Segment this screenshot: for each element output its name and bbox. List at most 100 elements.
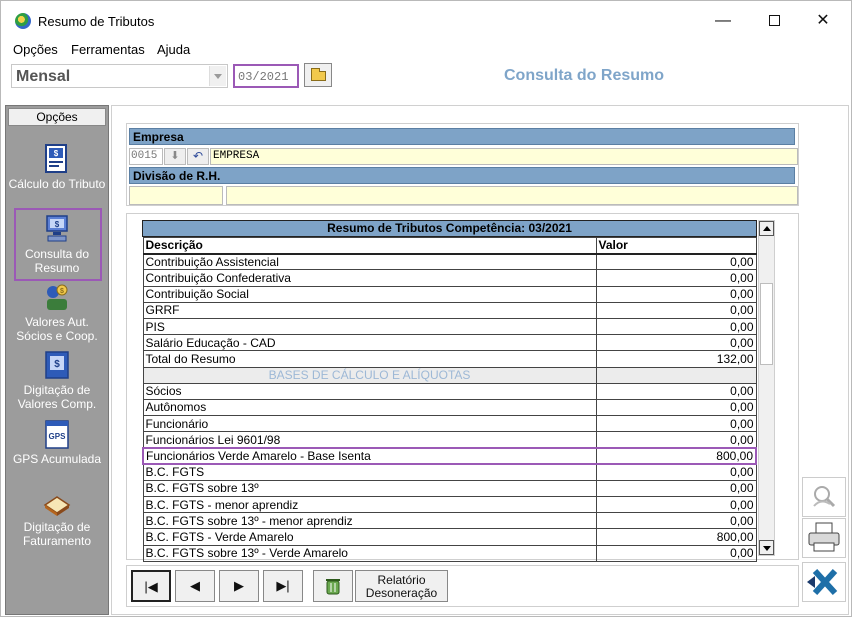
empresa-name-field: EMPRESA bbox=[210, 148, 798, 165]
cell-valor: 0,00 bbox=[595, 415, 757, 433]
sidebar-item-calculo-tributo[interactable]: $ Cálculo do Tributo bbox=[8, 144, 106, 191]
cell-valor: 0,00 bbox=[595, 544, 757, 562]
competencia-input[interactable]: 03/2021 bbox=[233, 64, 299, 88]
column-header-valor: Valor bbox=[595, 236, 757, 255]
empresa-code-input[interactable]: 0015 bbox=[129, 148, 163, 165]
table-row[interactable]: PIS 0,00 bbox=[142, 317, 757, 336]
cell-valor: 0,00 bbox=[595, 301, 757, 319]
table-row[interactable]: B.C. FGTS sobre 13º - menor aprendiz 0,00 bbox=[142, 512, 757, 530]
scrollbar-thumb[interactable] bbox=[760, 283, 773, 365]
resumo-table: Descrição Valor Contribuição Assistencia… bbox=[142, 236, 757, 562]
exit-button[interactable] bbox=[802, 562, 846, 602]
cell-descricao: BASES DE CÁLCULO E ALÍQUOTAS bbox=[142, 366, 597, 384]
entry-values-icon: $ bbox=[45, 351, 69, 379]
table-row[interactable]: B.C. FGTS - Verde Amarelo 800,00 bbox=[142, 528, 757, 546]
print-button[interactable] bbox=[802, 518, 846, 558]
sidebar-header: Opções bbox=[8, 108, 106, 126]
cell-descricao: B.C. FGTS sobre 13º bbox=[142, 479, 597, 498]
delete-record-button[interactable] bbox=[313, 570, 353, 602]
cell-descricao: Salário Educação - CAD bbox=[142, 334, 597, 352]
magnifier-icon bbox=[813, 486, 836, 508]
menu-opcoes[interactable]: Opções bbox=[13, 42, 58, 57]
table-section-row[interactable]: BASES DE CÁLCULO E ALÍQUOTAS bbox=[142, 366, 757, 384]
cell-descricao: GRRF bbox=[142, 301, 597, 319]
cell-valor: 0,00 bbox=[595, 253, 757, 271]
sidebar-item-digitacao-valores[interactable]: $ Digitação de Valores Comp. bbox=[8, 350, 106, 411]
sidebar-item-label: Cálculo do Tributo bbox=[8, 177, 106, 191]
cell-valor: 132,00 bbox=[595, 350, 757, 368]
divisao-name-field bbox=[226, 186, 798, 205]
cell-descricao: B.C. FGTS - Verde Amarelo bbox=[142, 528, 597, 546]
sidebar-item-label: GPS Acumulada bbox=[12, 452, 102, 466]
exit-x-icon bbox=[807, 568, 838, 596]
cell-valor: 0,00 bbox=[595, 382, 757, 400]
partners-values-icon: $ bbox=[47, 284, 68, 310]
cell-valor: 0,00 bbox=[595, 398, 757, 417]
table-row[interactable]: B.C. FGTS sobre 13º 0,00 bbox=[142, 479, 757, 498]
cell-descricao: Contribuição Assistencial bbox=[142, 253, 597, 271]
chevron-down-icon[interactable] bbox=[209, 66, 226, 86]
printer-icon bbox=[808, 522, 840, 552]
sidebar-item-label: Digitação de Faturamento bbox=[22, 520, 92, 548]
minimize-button[interactable]: — bbox=[701, 9, 745, 33]
table-row[interactable]: Sócios 0,00 bbox=[142, 382, 757, 400]
table-row[interactable]: Funcionário 0,00 bbox=[142, 415, 757, 433]
divisao-code-input[interactable] bbox=[129, 186, 223, 205]
gps-document-icon: GPS bbox=[45, 420, 69, 449]
cell-valor: 0,00 bbox=[595, 495, 757, 514]
cell-valor bbox=[595, 366, 757, 384]
table-row[interactable]: Total do Resumo 132,00 bbox=[142, 350, 757, 368]
preview-button[interactable] bbox=[802, 477, 846, 517]
cell-descricao: Funcionários Verde Amarelo - Base Isenta bbox=[142, 446, 597, 466]
table-row[interactable]: B.C. FGTS sobre 13º - Verde Amarelo 0,00 bbox=[142, 544, 757, 562]
sidebar-item-consulta-resumo[interactable]: $ Consulta do Resumo bbox=[8, 214, 106, 275]
scroll-up-arrow-icon[interactable] bbox=[759, 221, 774, 236]
period-type-select[interactable]: Mensal bbox=[11, 64, 228, 88]
table-row[interactable]: Contribuição Assistencial 0,00 bbox=[142, 253, 757, 271]
svg-text:$: $ bbox=[54, 149, 59, 158]
table-row[interactable]: B.C. FGTS - menor aprendiz 0,00 bbox=[142, 495, 757, 514]
consult-computer-icon: $ bbox=[46, 215, 68, 242]
cell-descricao: Contribuição Social bbox=[142, 285, 597, 303]
table-header-row: Descrição Valor bbox=[142, 236, 757, 255]
vertical-scrollbar[interactable] bbox=[758, 220, 775, 556]
divisao-section-label: Divisão de R.H. bbox=[129, 167, 795, 184]
undo-arrow-icon[interactable]: ↶ bbox=[187, 148, 209, 165]
options-sidebar: Opções $ Cálculo do Tributo $ Consulta d… bbox=[5, 105, 109, 615]
table-row[interactable]: Contribuição Confederativa 0,00 bbox=[142, 269, 757, 287]
sidebar-item-label: Valores Aut. Sócios e Coop. bbox=[16, 315, 98, 343]
navigation-bar: |◀ ◀ ▶ ▶| Relatório Desoneração bbox=[126, 565, 799, 607]
table-row[interactable]: GRRF 0,00 bbox=[142, 301, 757, 319]
close-button[interactable]: ✕ bbox=[801, 9, 845, 33]
title-bar: Resumo de Tributos — ✕ bbox=[1, 1, 851, 39]
menu-ajuda[interactable]: Ajuda bbox=[157, 42, 190, 57]
scroll-down-arrow-icon[interactable] bbox=[759, 540, 774, 555]
window-title: Resumo de Tributos bbox=[38, 14, 155, 29]
table-row[interactable]: Funcionários Lei 9601/98 0,00 bbox=[142, 431, 757, 449]
cell-valor: 0,00 bbox=[595, 334, 757, 352]
last-record-button[interactable]: ▶| bbox=[263, 570, 303, 602]
previous-record-button[interactable]: ◀ bbox=[175, 570, 215, 602]
first-record-button[interactable]: |◀ bbox=[131, 570, 171, 602]
relatorio-desoneracao-button[interactable]: Relatório Desoneração bbox=[355, 570, 448, 602]
column-header-descricao: Descrição bbox=[142, 236, 597, 255]
table-row[interactable]: Contribuição Social 0,00 bbox=[142, 285, 757, 303]
sidebar-item-gps-acumulada[interactable]: GPS GPS Acumulada bbox=[8, 419, 106, 466]
table-row[interactable]: Salário Educação - CAD 0,00 bbox=[142, 334, 757, 352]
menu-ferramentas[interactable]: Ferramentas bbox=[71, 42, 145, 57]
table-row[interactable]: B.C. FGTS 0,00 bbox=[142, 463, 757, 481]
sidebar-item-valores-socios[interactable]: $ Valores Aut. Sócios e Coop. bbox=[8, 282, 106, 343]
sidebar-item-digitacao-faturamento[interactable]: Digitação de Faturamento bbox=[8, 487, 106, 548]
download-arrow-icon[interactable]: ⬇ bbox=[164, 148, 186, 165]
cell-valor: 800,00 bbox=[595, 446, 757, 466]
cell-descricao: B.C. FGTS sobre 13º - Verde Amarelo bbox=[142, 544, 597, 562]
maximize-button[interactable] bbox=[752, 9, 796, 33]
next-record-button[interactable]: ▶ bbox=[219, 570, 259, 602]
table-row[interactable]: Funcionários Verde Amarelo - Base Isenta… bbox=[142, 446, 757, 466]
cell-descricao: Contribuição Confederativa bbox=[142, 269, 597, 287]
cell-descricao: B.C. FGTS bbox=[142, 463, 597, 481]
open-folder-button[interactable] bbox=[304, 63, 332, 87]
cell-valor: 0,00 bbox=[595, 269, 757, 287]
table-row[interactable]: Autônomos 0,00 bbox=[142, 398, 757, 417]
trash-icon bbox=[326, 579, 340, 595]
